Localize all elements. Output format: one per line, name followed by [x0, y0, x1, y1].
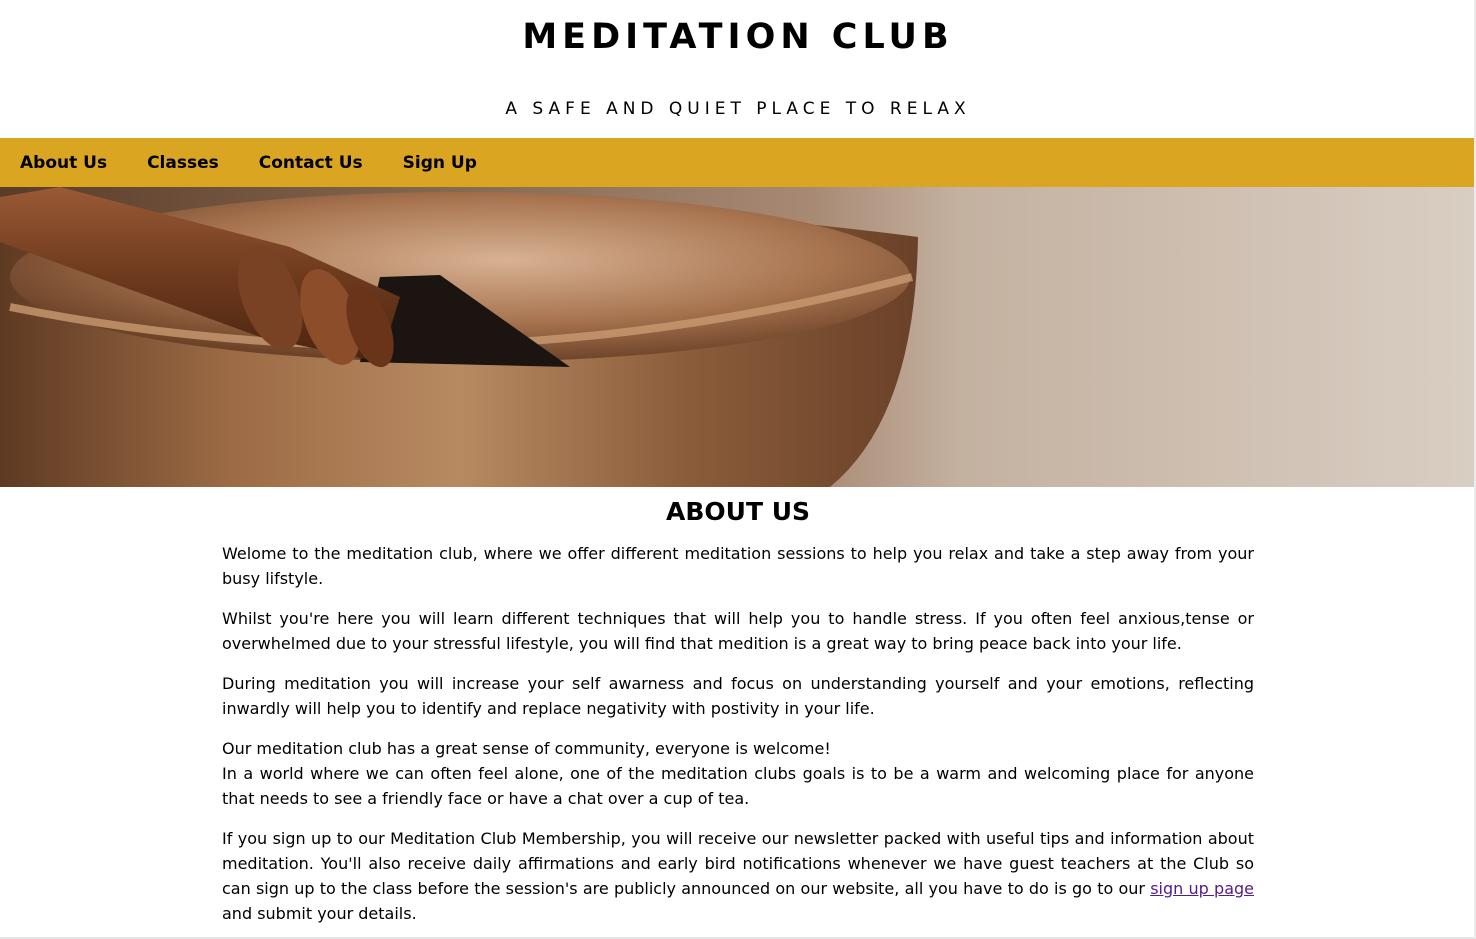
nav-about-us[interactable]: About Us: [20, 153, 107, 173]
about-heading: ABOUT US: [665, 497, 811, 526]
about-paragraph-4: Our meditation club has a great sense of…: [222, 736, 1254, 811]
nav-sign-up[interactable]: Sign Up: [403, 153, 477, 173]
about-paragraph-3: During meditation you will increase your…: [222, 674, 1254, 718]
about-paragraph-2: Whilst you're here you will learn differ…: [222, 609, 1254, 653]
site-tagline: A SAFE AND QUIET PLACE TO RELAX: [505, 99, 971, 119]
nav-classes[interactable]: Classes: [147, 153, 219, 173]
site-header: MEDITATION CLUB A SAFE AND QUIET PLACE T…: [0, 0, 1476, 138]
about-paragraph-5: If you sign up to our Meditation Club Me…: [222, 826, 1254, 926]
about-paragraph-1: Welome to the meditation club, where we …: [222, 544, 1254, 588]
hero-image-singing-bowl: [0, 187, 1476, 487]
community-goals-text: In a world where we can often feel alone…: [222, 764, 1254, 808]
membership-text-end: and submit your details.: [222, 904, 417, 923]
community-welcome-line: Our meditation club has a great sense of…: [222, 739, 831, 758]
sign-up-page-link[interactable]: sign up page: [1150, 879, 1254, 898]
about-section: ABOUT US Welome to the meditation club, …: [222, 487, 1254, 926]
site-title: MEDITATION CLUB: [522, 17, 954, 57]
membership-text: If you sign up to our Meditation Club Me…: [222, 829, 1254, 898]
singing-bowl-illustration: [0, 187, 1476, 487]
nav-contact-us[interactable]: Contact Us: [259, 153, 363, 173]
main-nav: About Us Classes Contact Us Sign Up: [0, 138, 1476, 187]
